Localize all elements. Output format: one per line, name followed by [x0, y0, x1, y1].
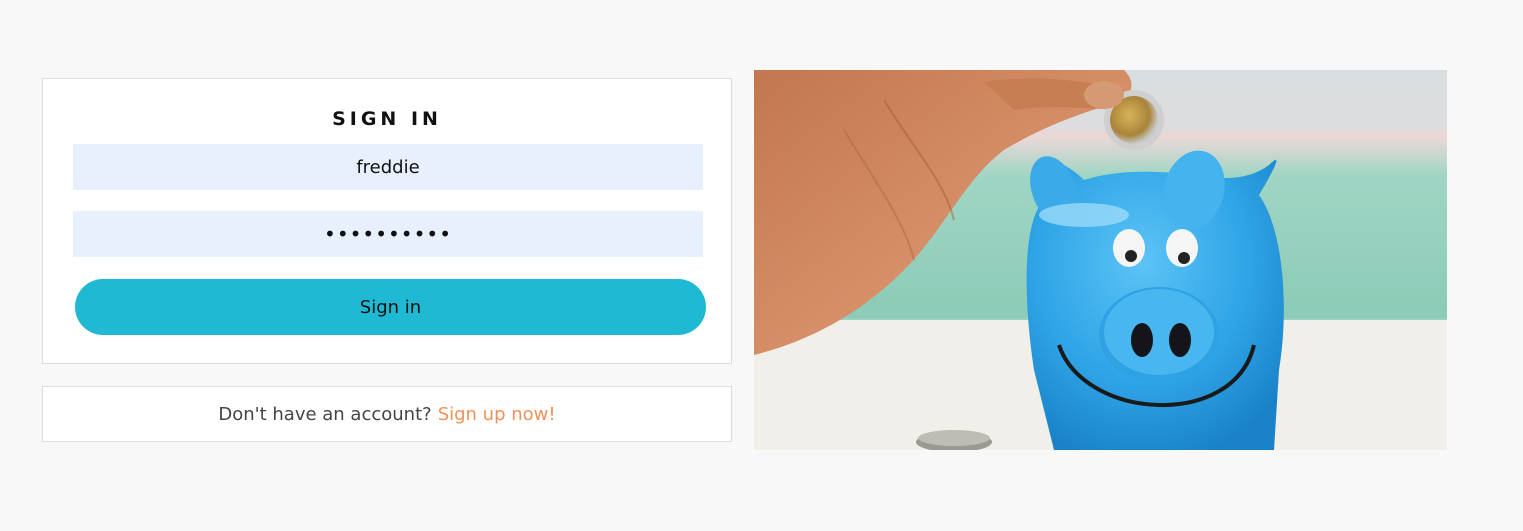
piggy-bank-image	[754, 70, 1447, 450]
signin-title: SIGN IN	[332, 108, 442, 130]
signup-link[interactable]: Sign up now!	[438, 404, 556, 425]
signin-card: SIGN IN Sign in	[42, 78, 732, 364]
password-input[interactable]	[73, 211, 703, 257]
username-input[interactable]	[73, 144, 703, 190]
signin-page: SIGN IN Sign in Don't have an account? S…	[0, 0, 1523, 531]
piggy-bank-illustration	[754, 70, 1447, 450]
signup-prompt: Don't have an account?	[218, 403, 432, 425]
signin-button[interactable]: Sign in	[75, 279, 706, 335]
signup-card: Don't have an account? Sign up now!	[42, 386, 732, 442]
